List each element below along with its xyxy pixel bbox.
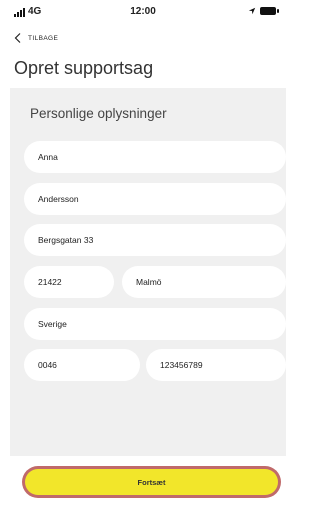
city-field[interactable]: Malmö [122, 266, 286, 298]
street-value: Bergsgatan 33 [38, 235, 94, 245]
status-bar: 4G 12:00 [0, 0, 286, 28]
location-arrow-icon [248, 7, 256, 15]
phone-number-value: 123456789 [160, 360, 203, 370]
country-value: Sverige [38, 319, 67, 329]
postal-code-field[interactable]: 21422 [24, 266, 114, 298]
phone-prefix-field[interactable]: 0046 [24, 349, 140, 381]
continue-button[interactable]: Fortsæt [25, 469, 278, 495]
back-button[interactable]: TILBAGE [12, 32, 58, 44]
first-name-value: Anna [38, 152, 58, 162]
section-title: Personlige oplysninger [30, 106, 167, 121]
personal-info-panel: Personlige oplysninger Anna Andersson Be… [10, 88, 286, 456]
postal-code-value: 21422 [38, 277, 62, 287]
continue-button-focus-ring: Fortsæt [22, 466, 281, 498]
city-value: Malmö [136, 277, 162, 287]
street-field[interactable]: Bergsgatan 33 [24, 224, 286, 256]
country-field[interactable]: Sverige [24, 308, 286, 340]
clock: 12:00 [130, 6, 156, 17]
page-title: Opret supportsag [14, 58, 154, 78]
first-name-field[interactable]: Anna [24, 141, 286, 173]
chevron-left-icon [14, 33, 21, 43]
last-name-value: Andersson [38, 194, 79, 204]
last-name-field[interactable]: Andersson [24, 183, 286, 215]
phone-number-field[interactable]: 123456789 [146, 349, 286, 381]
phone-prefix-value: 0046 [38, 360, 57, 370]
back-label: TILBAGE [28, 34, 59, 42]
status-icons [248, 7, 279, 15]
battery-icon [260, 7, 279, 15]
